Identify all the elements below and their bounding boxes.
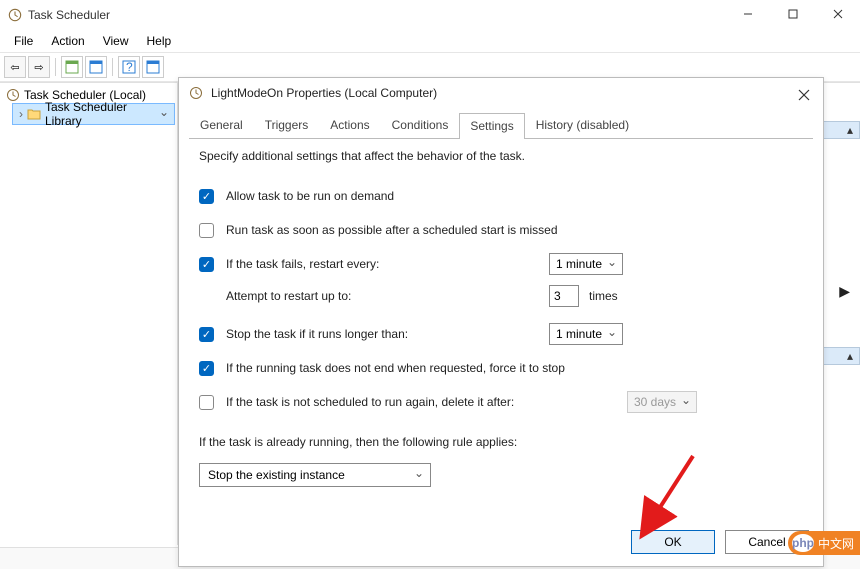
attempt-suffix: times: [589, 289, 618, 303]
delete-after-select: 30 days: [627, 391, 697, 413]
watermark-text: 中文网: [818, 535, 854, 552]
watermark-badge: php 中文网: [788, 531, 860, 555]
restart-every-select[interactable]: 1 minute: [549, 253, 623, 275]
maximize-button[interactable]: [770, 0, 815, 28]
window-controls: [725, 0, 860, 28]
force-stop-checkbox[interactable]: ✓: [199, 361, 214, 376]
tree-library-label: Task Scheduler Library: [45, 100, 154, 128]
help-button[interactable]: ?: [118, 56, 140, 78]
run-missed-label: Run task as soon as possible after a sch…: [226, 223, 558, 237]
tree-library[interactable]: › Task Scheduler Library: [12, 103, 175, 125]
delete-after-row: If the task is not scheduled to run agai…: [199, 391, 803, 413]
stop-longer-label: Stop the task if it runs longer than:: [226, 327, 408, 341]
running-rule-value: Stop the existing instance: [208, 468, 345, 482]
toolbar-separator: [55, 58, 56, 76]
close-button[interactable]: [815, 0, 860, 28]
window-title: Task Scheduler: [28, 8, 110, 22]
dialog-body: Specify additional settings that affect …: [179, 139, 823, 497]
restart-every-label: If the task fails, restart every:: [226, 257, 379, 271]
clock-icon: [189, 86, 203, 100]
allow-demand-label: Allow task to be run on demand: [226, 189, 394, 203]
delete-after-label: If the task is not scheduled to run agai…: [226, 395, 514, 409]
refresh-button[interactable]: [85, 56, 107, 78]
force-stop-label: If the running task does not end when re…: [226, 361, 565, 375]
attempt-label: Attempt to restart up to:: [226, 289, 351, 303]
tab-triggers[interactable]: Triggers: [254, 112, 320, 138]
tab-settings[interactable]: Settings: [459, 113, 524, 139]
ok-button[interactable]: OK: [631, 530, 715, 554]
stop-longer-checkbox[interactable]: ✓: [199, 327, 214, 342]
allow-demand-row: ✓ Allow task to be run on demand: [199, 185, 803, 207]
action-pane-button[interactable]: [61, 56, 83, 78]
settings-description: Specify additional settings that affect …: [199, 149, 803, 163]
toolbar-separator: [112, 58, 113, 76]
clock-icon: [6, 88, 20, 102]
tab-history[interactable]: History (disabled): [525, 112, 640, 138]
running-rule-select[interactable]: Stop the existing instance: [199, 463, 431, 487]
folder-icon: [27, 107, 41, 121]
force-stop-row: ✓ If the running task does not end when …: [199, 357, 803, 379]
menu-action[interactable]: Action: [43, 32, 92, 50]
minimize-button[interactable]: [725, 0, 770, 28]
delete-after-checkbox[interactable]: [199, 395, 214, 410]
run-missed-row: Run task as soon as possible after a sch…: [199, 219, 803, 241]
stop-longer-row: ✓ Stop the task if it runs longer than: …: [199, 323, 803, 345]
menu-help[interactable]: Help: [139, 32, 180, 50]
attempt-count-input[interactable]: 3: [549, 285, 579, 307]
properties-dialog: LightModeOn Properties (Local Computer) …: [178, 77, 824, 567]
tab-actions[interactable]: Actions: [319, 112, 380, 138]
restart-every-row: ✓ If the task fails, restart every: 1 mi…: [199, 253, 803, 275]
tree-pane: Task Scheduler (Local) › Task Scheduler …: [0, 83, 178, 545]
dialog-title: LightModeOn Properties (Local Computer): [211, 86, 437, 100]
menu-view[interactable]: View: [95, 32, 137, 50]
dialog-titlebar: LightModeOn Properties (Local Computer): [179, 78, 823, 106]
php-logo-icon: php: [792, 534, 814, 552]
dialog-close-button[interactable]: [795, 86, 813, 104]
svg-text:?: ?: [126, 60, 133, 74]
menu-file[interactable]: File: [6, 32, 41, 50]
attempt-row: Attempt to restart up to: 3 times: [199, 285, 803, 307]
back-button[interactable]: ⇦: [4, 56, 26, 78]
forward-button[interactable]: ⇨: [28, 56, 50, 78]
app-icon: [8, 8, 22, 22]
scroll-right-icon[interactable]: ▶: [839, 283, 850, 300]
tab-conditions[interactable]: Conditions: [381, 112, 460, 138]
view-button[interactable]: [142, 56, 164, 78]
allow-demand-checkbox[interactable]: ✓: [199, 189, 214, 204]
running-rule-label: If the task is already running, then the…: [199, 435, 517, 449]
dialog-buttons: OK Cancel: [631, 530, 809, 554]
tab-strip: General Triggers Actions Conditions Sett…: [179, 112, 823, 138]
tab-general[interactable]: General: [189, 112, 254, 138]
menubar: File Action View Help: [0, 30, 860, 52]
expand-icon[interactable]: ›: [19, 107, 23, 121]
titlebar: Task Scheduler: [0, 0, 860, 30]
stop-longer-select[interactable]: 1 minute: [549, 323, 623, 345]
run-missed-checkbox[interactable]: [199, 223, 214, 238]
running-rule-row: If the task is already running, then the…: [199, 431, 803, 453]
restart-every-checkbox[interactable]: ✓: [199, 257, 214, 272]
